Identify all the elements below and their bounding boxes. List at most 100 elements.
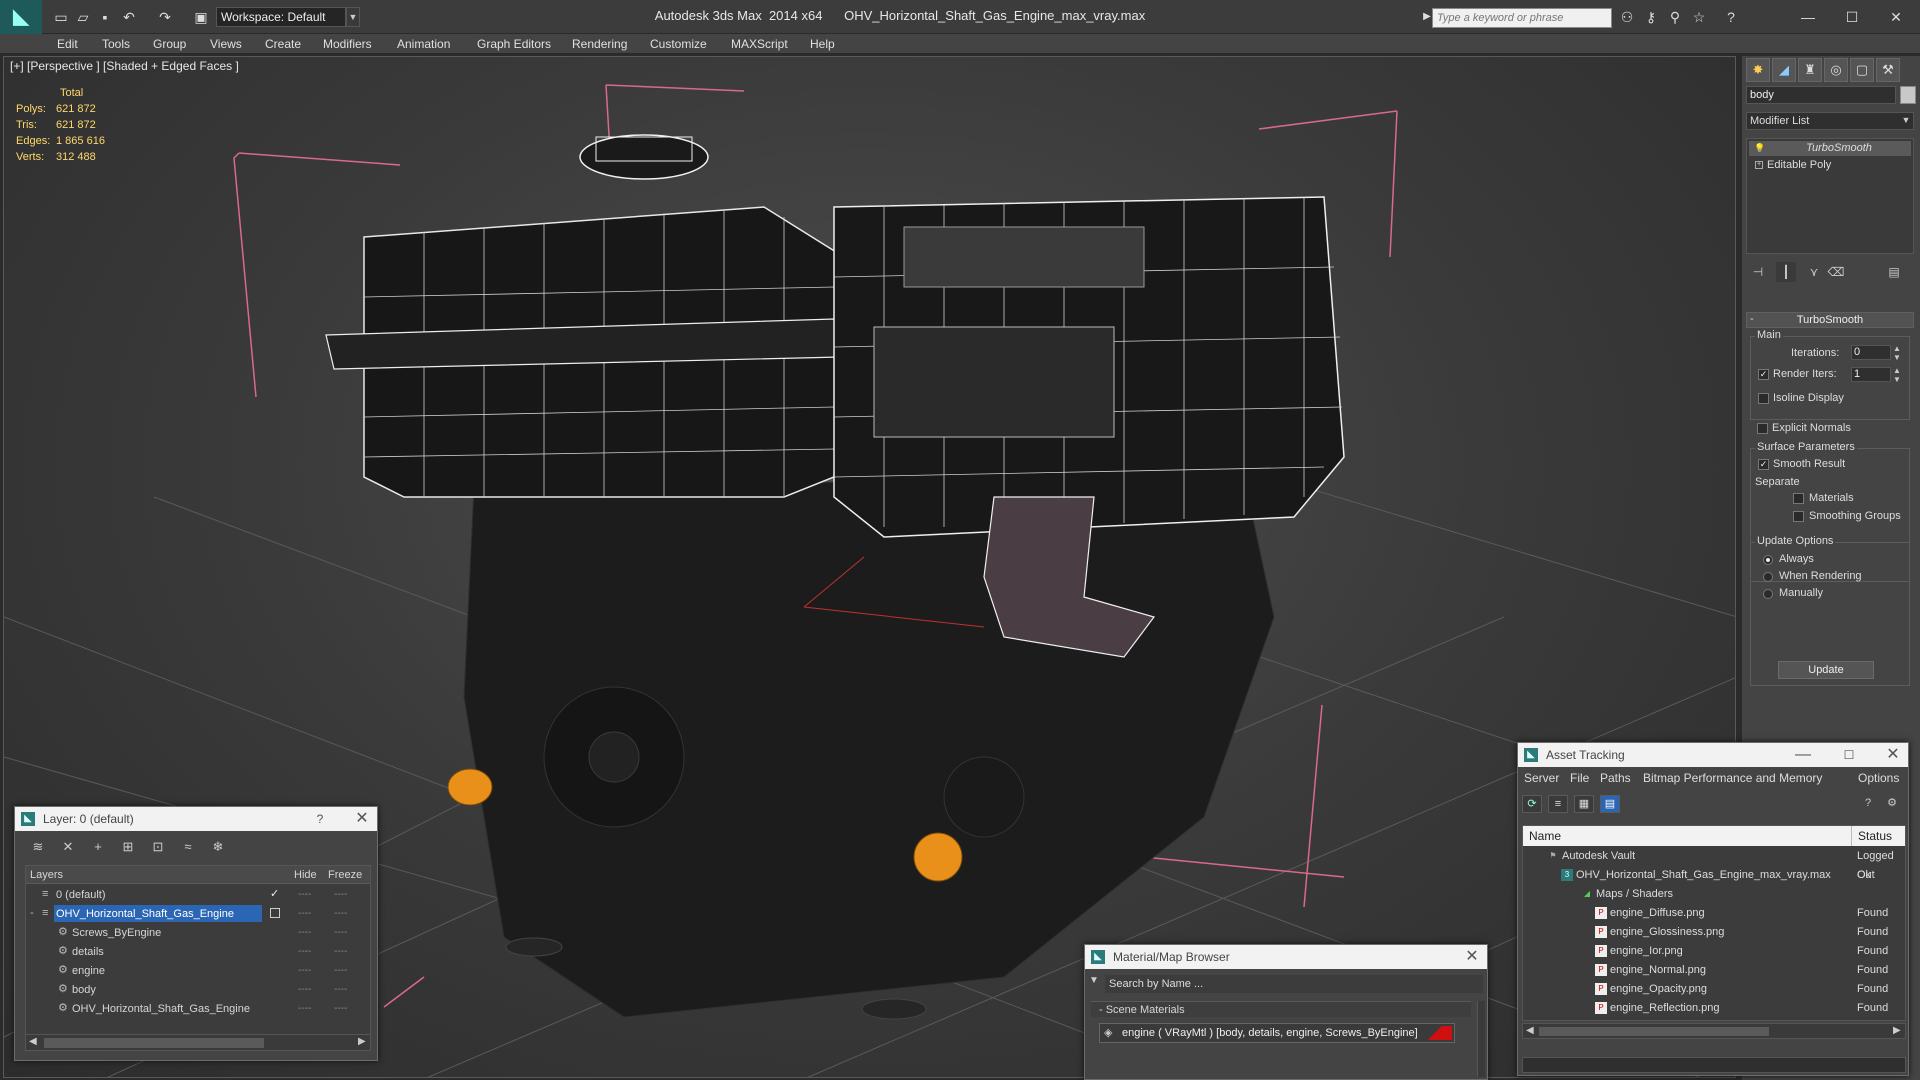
close-button[interactable]: ✕	[1876, 4, 1916, 30]
freeze-toggle[interactable]: ----	[334, 885, 348, 904]
communication-icon[interactable]: ⚲	[1666, 8, 1684, 26]
when-rendering-radio[interactable]	[1763, 572, 1773, 582]
material-item[interactable]: ◈ engine ( VRayMtl ) [body, details, eng…	[1099, 1023, 1455, 1043]
horizontal-scrollbar[interactable]: ◀ ▶	[26, 1034, 370, 1050]
horizontal-scrollbar[interactable]: ◀ ▶	[1522, 1023, 1906, 1039]
new-file-icon[interactable]: ▭	[52, 8, 70, 26]
smoothing-groups-checkbox[interactable]	[1793, 511, 1804, 522]
scroll-left-icon[interactable]: ◀	[1526, 1025, 1534, 1036]
turbosmooth-rollout-header[interactable]: TurboSmooth	[1746, 312, 1914, 328]
create-tab-icon[interactable]: ✸	[1746, 58, 1770, 82]
create-layer-icon[interactable]: ≋	[27, 837, 49, 857]
object-name[interactable]: details	[70, 943, 108, 960]
hide-toggle[interactable]: ----	[298, 942, 312, 961]
save-file-icon[interactable]: ▪	[96, 8, 114, 26]
object-name[interactable]: body	[70, 981, 100, 998]
hide-all-icon[interactable]: ≈	[177, 837, 199, 857]
material-search-input[interactable]: Search by Name ...	[1105, 975, 1483, 993]
menu-file[interactable]: File	[1570, 771, 1589, 785]
table-row[interactable]: - ≡ OHV_Horizontal_Shaft_Gas_Engine ----…	[26, 904, 370, 923]
freeze-toggle[interactable]: ----	[334, 923, 348, 942]
active-layer-check-icon[interactable]: ✓	[270, 885, 279, 904]
hide-toggle[interactable]: ----	[298, 885, 312, 904]
filter-dropdown-icon[interactable]: ▼	[1089, 975, 1099, 986]
collapse-icon[interactable]: -	[30, 904, 34, 923]
menu-server[interactable]: Server	[1524, 771, 1559, 785]
iterations-spinner[interactable]: 0	[1851, 345, 1891, 360]
undo-icon[interactable]: ↶	[120, 8, 138, 26]
object-name-field[interactable]: body	[1746, 86, 1896, 104]
open-file-icon[interactable]: ▱	[74, 8, 92, 26]
expand-icon[interactable]: +	[1755, 161, 1763, 169]
scrollbar-thumb[interactable]	[1539, 1027, 1769, 1036]
settings-icon[interactable]: ⚙	[1882, 795, 1902, 813]
chevron-down-icon[interactable]: ▼	[1898, 112, 1914, 130]
menu-bitmap-performance[interactable]: Bitmap Performance and Memory	[1643, 771, 1822, 785]
refresh-icon[interactable]: ⟳	[1522, 795, 1542, 813]
help-icon[interactable]: ?	[1858, 795, 1878, 813]
minimize-button[interactable]: —	[1788, 4, 1828, 30]
hide-toggle[interactable]: ----	[298, 961, 312, 980]
pin-stack-icon[interactable]: ⊣	[1748, 262, 1768, 282]
table-row[interactable]: ⚙ details ---- ----	[26, 942, 370, 961]
table-row[interactable]: ⚙ OHV_Horizontal_Shaft_Gas_Engine ---- -…	[26, 999, 370, 1018]
show-end-result-icon[interactable]: ┃	[1776, 262, 1796, 282]
project-folder-icon[interactable]: ▣	[192, 8, 210, 26]
smooth-result-checkbox[interactable]: ✓	[1758, 459, 1769, 470]
lightbulb-icon[interactable]: 💡	[1754, 143, 1765, 153]
col-hide[interactable]: Hide	[294, 866, 317, 884]
menu-graph-editors[interactable]: Graph Editors	[477, 34, 551, 54]
collapse-icon[interactable]: -	[1750, 313, 1754, 325]
menu-paths[interactable]: Paths	[1600, 771, 1631, 785]
always-radio[interactable]	[1763, 555, 1773, 565]
detail-view-icon[interactable]: ▦	[1574, 795, 1594, 813]
highlight-layer-icon[interactable]: ⊡	[147, 837, 169, 857]
freeze-toggle[interactable]: ----	[334, 904, 348, 923]
table-row[interactable]: Pengine_Reflection.png Found	[1523, 999, 1905, 1018]
table-row[interactable]: Pengine_Ior.png Found	[1523, 942, 1905, 961]
col-freeze[interactable]: Freeze	[328, 866, 362, 884]
manually-radio[interactable]	[1763, 589, 1773, 599]
close-icon[interactable]: ✕	[1457, 945, 1487, 969]
scrollbar-thumb[interactable]	[44, 1038, 264, 1048]
key-icon[interactable]: ⚷	[1642, 8, 1660, 26]
table-row[interactable]: 3 OHV_Horizontal_Shaft_Gas_Engine_max_vra…	[1523, 866, 1905, 885]
object-name[interactable]: OHV_Horizontal_Shaft_Gas_Engine	[70, 1000, 254, 1017]
table-row[interactable]: ⚑ Autodesk Vault Logged Out	[1523, 847, 1905, 881]
spinner-arrows-icon[interactable]: ▲ ▼	[1893, 366, 1901, 384]
hide-toggle[interactable]: ----	[298, 904, 312, 923]
menu-tools[interactable]: Tools	[102, 34, 130, 54]
render-iters-checkbox[interactable]: ✓	[1758, 369, 1769, 380]
menu-maxscript[interactable]: MAXScript	[731, 34, 788, 54]
remove-modifier-icon[interactable]: ⌫	[1826, 262, 1846, 282]
isoline-display-checkbox[interactable]	[1758, 393, 1769, 404]
menu-modifiers[interactable]: Modifiers	[323, 34, 372, 54]
render-iters-spinner[interactable]: 1	[1851, 367, 1891, 382]
maximize-button[interactable]: ☐	[1834, 743, 1864, 767]
add-to-layer-icon[interactable]: +	[87, 837, 109, 857]
binoculars-icon[interactable]: ⚇	[1618, 8, 1636, 26]
layer-name[interactable]: 0 (default)	[54, 886, 110, 903]
app-logo-icon[interactable]: ◣	[0, 0, 42, 34]
update-button[interactable]: Update	[1778, 661, 1874, 679]
freeze-toggle[interactable]: ----	[334, 942, 348, 961]
maximize-button[interactable]: ☐	[1832, 4, 1872, 30]
menu-options[interactable]: Options	[1858, 771, 1899, 785]
select-objects-icon[interactable]: ⊞	[117, 837, 139, 857]
utilities-tab-icon[interactable]: ⚒	[1876, 58, 1900, 82]
help-icon[interactable]: ?	[1722, 8, 1740, 26]
help-button[interactable]: ?	[305, 807, 335, 831]
menu-help[interactable]: Help	[810, 34, 835, 54]
menu-create[interactable]: Create	[265, 34, 301, 54]
redo-icon[interactable]: ↷	[156, 8, 174, 26]
chevron-down-icon[interactable]: ▼	[346, 7, 360, 27]
scene-materials-section[interactable]: - Scene Materials	[1091, 1001, 1471, 1017]
menu-group[interactable]: Group	[153, 34, 186, 54]
table-row[interactable]: Pengine_Diffuse.png Found	[1523, 904, 1905, 923]
scroll-left-icon[interactable]: ◀	[29, 1036, 37, 1047]
hide-toggle[interactable]: ----	[298, 923, 312, 942]
menu-views[interactable]: Views	[210, 34, 242, 54]
vertical-scrollbar[interactable]	[1477, 1001, 1485, 1077]
menu-edit[interactable]: Edit	[57, 34, 78, 54]
table-row[interactable]: ≡ 0 (default) ✓ ---- ----	[26, 885, 370, 904]
